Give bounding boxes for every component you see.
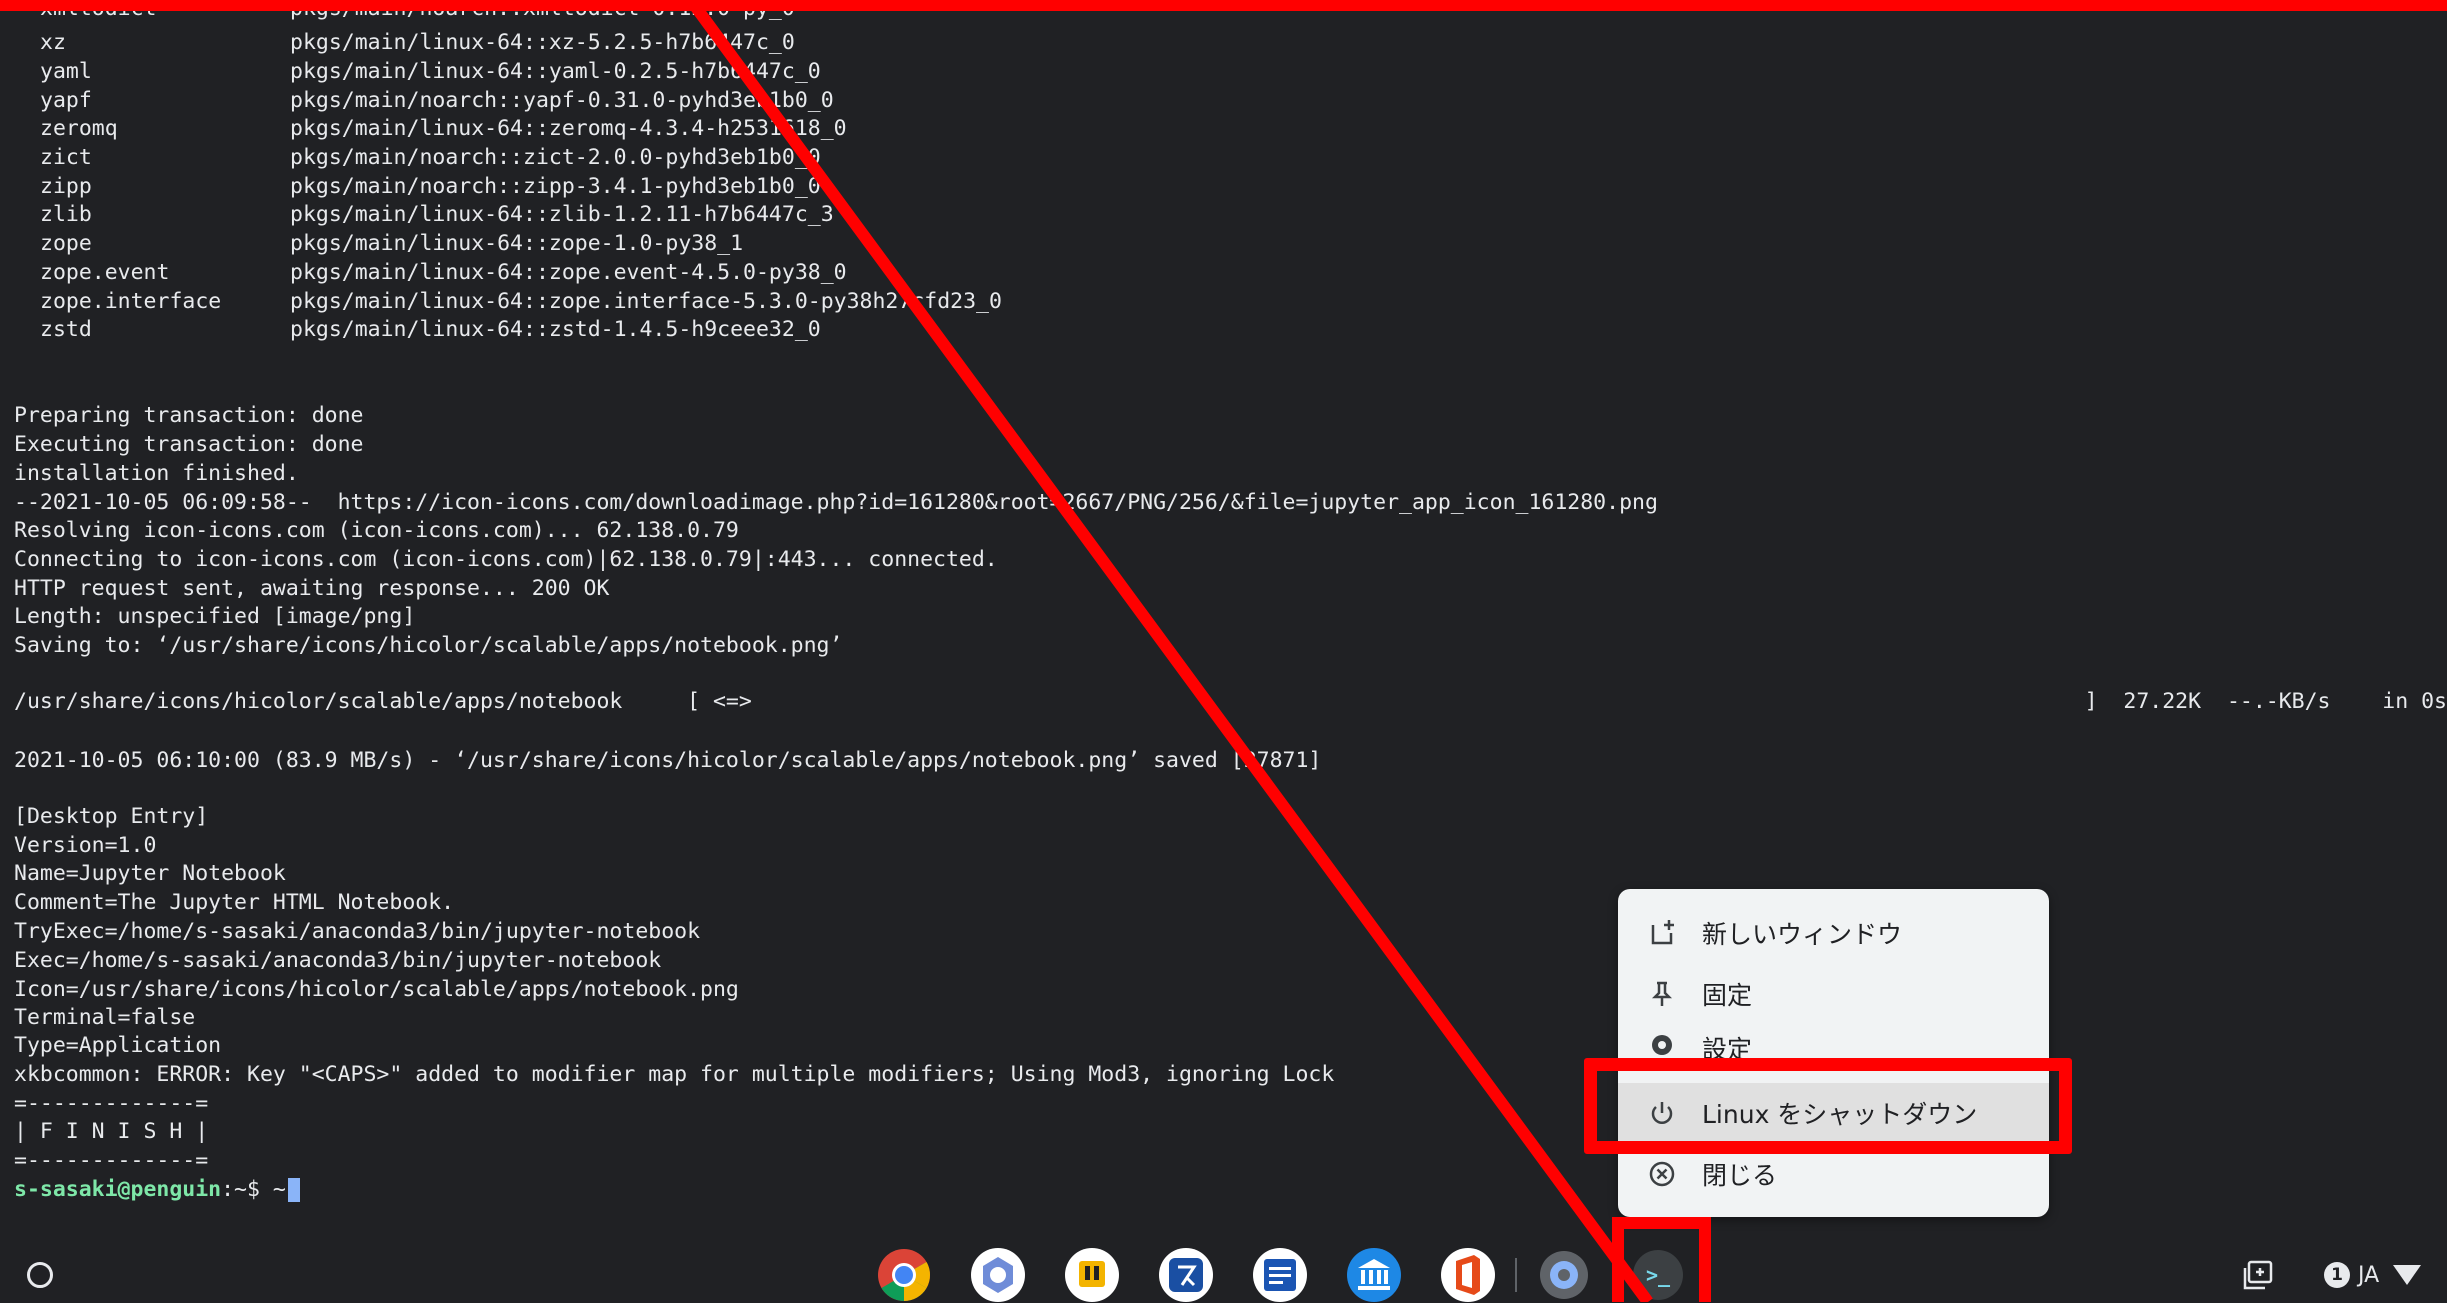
- package-name: yaml: [40, 59, 92, 84]
- terminal-line: Executing transaction: done: [14, 432, 364, 457]
- package-spec: pkgs/main/linux-64::zope.event-4.5.0-py3…: [290, 260, 847, 285]
- shelf: [0, 1245, 2447, 1302]
- package-spec: pkgs/main/linux-64::zope-1.0-py38_1: [290, 231, 744, 256]
- annotation-highlight-box: [1612, 1217, 1711, 1302]
- notification-badge: 1: [2324, 1262, 2350, 1288]
- progress-stats: ] 27.22K --.-KB/s in 0s: [2084, 689, 2447, 714]
- chrome-icon[interactable]: [876, 1247, 932, 1303]
- package-spec: pkgs/main/linux-64::zlib-1.2.11-h7b6447c…: [290, 202, 834, 227]
- package-name: zeromq: [40, 116, 118, 141]
- progress-line: /usr/share/icons/hicolor/scalable/apps/n…: [14, 689, 752, 714]
- package-name: zipp: [40, 174, 92, 199]
- terminal-line: xkbcommon: ERROR: Key "<CAPS>" added to …: [14, 1062, 1335, 1087]
- terminal-line: =-------------=: [14, 1148, 209, 1173]
- prompt-user: s-sasaki@penguin: [14, 1177, 222, 1202]
- package-name: zict: [40, 145, 92, 170]
- terminal-line: TryExec=/home/s-sasaki/anaconda3/bin/jup…: [14, 919, 701, 944]
- package-spec: pkgs/main/linux-64::zstd-1.4.5-h9ceee32_…: [290, 317, 821, 342]
- terminal-line: 2021-10-05 06:10:00 (83.9 MB/s) - ‘/usr/…: [14, 748, 1322, 773]
- new-window-icon: [1644, 918, 1680, 948]
- package-spec: pkgs/main/linux-64::zeromq-4.3.4-h253161…: [290, 116, 847, 141]
- terminal-line: Saving to: ‘/usr/share/icons/hicolor/sca…: [14, 633, 843, 658]
- terminal-line: Exec=/home/s-sasaki/anaconda3/bin/jupyte…: [14, 948, 662, 973]
- terminal-line: =-------------=: [14, 1091, 209, 1116]
- terminal-line: Connecting to icon-icons.com (icon-icons…: [14, 547, 998, 572]
- terminal-line: [Desktop Entry]: [14, 804, 209, 829]
- terminal-line: Type=Application: [14, 1033, 222, 1058]
- package-name: zlib: [40, 202, 92, 227]
- app-icon[interactable]: [1346, 1247, 1402, 1303]
- menu-item-label: 固定: [1702, 981, 1753, 1010]
- terminal-line: HTTP request sent, awaiting response... …: [14, 576, 610, 601]
- terminal-line: Icon=/usr/share/icons/hicolor/scalable/a…: [14, 977, 739, 1002]
- wifi-icon: [2393, 1265, 2422, 1285]
- package-name: zope.interface: [40, 289, 222, 314]
- menu-item-label: 新しいウィンドウ: [1702, 920, 1903, 949]
- terminal-line: installation finished.: [14, 461, 299, 486]
- package-spec: pkgs/main/linux-64::yaml-0.2.5-h7b6447c_…: [290, 59, 821, 84]
- launcher-button[interactable]: [20, 1255, 60, 1295]
- shelf-divider: [1515, 1258, 1517, 1292]
- terminal-window[interactable]: xmltodict pkgs/main/noarch::xmltodict-0.…: [0, 0, 2447, 1245]
- text-cursor: [287, 1178, 300, 1202]
- keep-icon[interactable]: [1064, 1247, 1120, 1303]
- screenshot-icon[interactable]: [2238, 1255, 2278, 1295]
- package-name: xz: [40, 30, 66, 55]
- gear-icon: [1644, 1030, 1680, 1058]
- package-name: zope.event: [40, 260, 170, 285]
- package-spec: pkgs/main/noarch::zict-2.0.0-pyhd3eb1b0_…: [290, 145, 821, 170]
- terminal-line: Resolving icon-icons.com (icon-icons.com…: [14, 518, 739, 543]
- app-icon[interactable]: [1252, 1247, 1308, 1303]
- menu-item-label: 閉じる: [1702, 1161, 1778, 1190]
- menu-item-settings[interactable]: 設定: [1618, 1018, 2049, 1058]
- package-spec: pkgs/main/linux-64::xz-5.2.5-h7b6447c_0: [290, 30, 795, 55]
- terminal-context-menu: 新しいウィンドウ 固定 設定 Linux をシャットダウン 閉じる: [1618, 889, 2049, 1217]
- package-name: zstd: [40, 317, 92, 342]
- terminal-line: Comment=The Jupyter HTML Notebook.: [14, 890, 455, 915]
- office-icon[interactable]: [1440, 1247, 1496, 1303]
- menu-item-label: 設定: [1702, 1035, 1753, 1058]
- annotation-highlight-box: [1584, 1058, 2072, 1154]
- package-name: yapf: [40, 88, 92, 113]
- terminal-line: Version=1.0: [14, 833, 157, 858]
- annotation-bar: [0, 0, 2447, 11]
- prompt-path: :~$ ~: [221, 1177, 286, 1202]
- package-spec: pkgs/main/linux-64::zope.interface-5.3.0…: [290, 289, 1002, 314]
- close-circle-icon: [1644, 1159, 1680, 1189]
- status-area[interactable]: 1 JA: [2300, 1252, 2445, 1298]
- terminal-line: Preparing transaction: done: [14, 403, 364, 428]
- package-spec: pkgs/main/noarch::yapf-0.31.0-pyhd3eb1b0…: [290, 88, 834, 113]
- pin-icon: [1644, 979, 1680, 1009]
- settings-icon[interactable]: [1536, 1247, 1592, 1303]
- terminal-line: Length: unspecified [image/png]: [14, 604, 416, 629]
- terminal-line: Terminal=false: [14, 1005, 196, 1030]
- terminal-line: Name=Jupyter Notebook: [14, 861, 286, 886]
- app-icon[interactable]: [1158, 1247, 1214, 1303]
- menu-item-pin[interactable]: 固定: [1618, 964, 2049, 1024]
- package-name: zope: [40, 231, 92, 256]
- launcher-circle-icon: [27, 1262, 53, 1288]
- app-icon[interactable]: [970, 1247, 1026, 1303]
- terminal-line: | F I N I S H |: [14, 1119, 209, 1144]
- package-spec: pkgs/main/noarch::zipp-3.4.1-pyhd3eb1b0_…: [290, 174, 821, 199]
- ime-indicator: JA: [2358, 1262, 2380, 1288]
- terminal-line: --2021-10-05 06:09:58-- https://icon-ico…: [14, 490, 1658, 515]
- menu-item-new-window[interactable]: 新しいウィンドウ: [1618, 903, 2049, 963]
- command-prompt[interactable]: s-sasaki@penguin:~$ ~: [14, 1175, 300, 1204]
